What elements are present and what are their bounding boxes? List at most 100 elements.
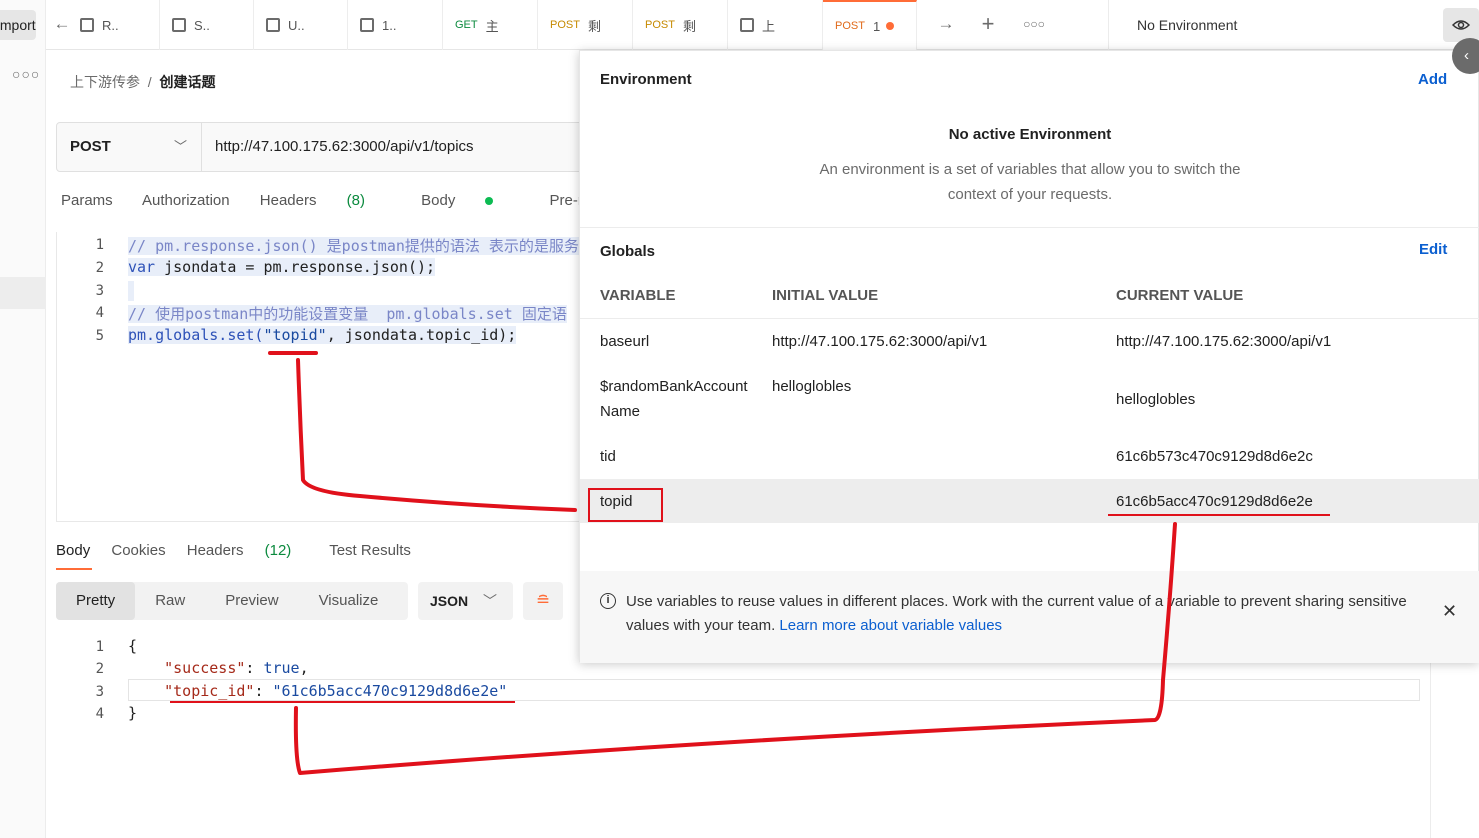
variable-name: topid — [600, 493, 633, 510]
view-visualize[interactable]: Visualize — [299, 582, 399, 620]
current-value: 61c6b5acc470c9129d8d6e2e — [1116, 493, 1313, 510]
url-input[interactable]: http://47.100.175.62:3000/api/v1/topics — [215, 123, 474, 171]
request-tab[interactable]: 1.. — [348, 0, 443, 50]
wrap-lines-button[interactable]: ≘ — [523, 582, 563, 620]
tab-authorization[interactable]: Authorization — [142, 192, 230, 209]
tab-body[interactable]: Body — [421, 192, 519, 209]
current-value: http://47.100.175.62:3000/api/v1 — [1116, 333, 1332, 350]
method-select[interactable]: POST ﹀ — [57, 123, 202, 171]
current-value: helloglobles — [1116, 391, 1196, 408]
line-number: 3 — [95, 283, 104, 299]
rail-selected-item[interactable] — [0, 277, 46, 309]
chevron-left-icon: ‹ — [1464, 47, 1469, 64]
more-icon[interactable]: ○○○ — [12, 66, 40, 82]
code-line: // 使用postman中的功能设置变量 pm.globals.set 固定语 — [128, 305, 567, 323]
view-raw[interactable]: Raw — [135, 582, 205, 620]
view-preview[interactable]: Preview — [205, 582, 298, 620]
tab-bar: ← R.. S.. U.. 1.. GET 主 POST 剩 POST 剩 上 POS… — [46, 0, 1479, 50]
variable-name: $randomBankAccount — [600, 378, 748, 395]
request-tab[interactable]: R.. — [76, 0, 160, 50]
close-icon[interactable]: ✕ — [1442, 601, 1457, 622]
request-tab[interactable]: U.. — [254, 0, 348, 50]
tab-params[interactable]: Params — [61, 192, 113, 209]
line-number: 4 — [95, 706, 104, 722]
forward-icon[interactable]: → — [936, 14, 956, 36]
format-select[interactable]: JSON ﹀ — [418, 582, 513, 620]
wrap-icon: ≘ — [535, 591, 551, 610]
request-tab[interactable]: 上 — [728, 0, 823, 50]
code-line: // pm.response.json() 是postman提供的语法 表示的是… — [128, 237, 579, 255]
no-active-env-title: No active Environment — [948, 126, 1112, 143]
current-value: 61c6b573c470c9129d8d6e2c — [1116, 448, 1313, 465]
response-line: "topic_id": "61c6b5acc470c9129d8d6e2e" — [164, 682, 508, 700]
breadcrumb: 上下游传参 / 创建话题 — [70, 74, 216, 90]
divider — [580, 318, 1479, 319]
column-header-variable: VARIABLE — [600, 287, 676, 304]
add-environment-link[interactable]: Add — [1418, 71, 1447, 88]
code-line: pm.globals.set("topid", jsondata.topic_i… — [128, 326, 517, 344]
doc-icon — [740, 18, 754, 32]
learn-more-link[interactable]: Learn more about variable values — [779, 617, 1002, 634]
line-number: 1 — [95, 639, 104, 655]
line-number: 3 — [95, 684, 104, 700]
runner-icon — [80, 18, 94, 32]
line-number: 2 — [95, 661, 104, 677]
line-number: 4 — [95, 305, 104, 321]
example-icon — [266, 18, 280, 32]
request-tab-active[interactable]: POST 1 — [823, 0, 917, 50]
unsaved-dot-icon — [886, 22, 895, 30]
line-number: 1 — [95, 237, 104, 253]
tab-cookies[interactable]: Cookies — [111, 542, 165, 559]
tab-response-body[interactable]: Body — [56, 542, 90, 559]
initial-value: http://47.100.175.62:3000/api/v1 — [772, 333, 988, 350]
no-active-env-desc: context of your requests. — [947, 186, 1113, 203]
environment-quick-look-button[interactable] — [1443, 8, 1479, 42]
environment-selector[interactable]: No Environment ﹀ — [1108, 0, 1479, 50]
variable-name: baseurl — [600, 333, 650, 350]
response-line: "success": true, — [164, 659, 309, 677]
tab-response-headers[interactable]: Headers (12) — [187, 542, 309, 559]
response-line: { — [128, 637, 138, 655]
response-line: } — [128, 704, 138, 722]
active-tab-underline — [56, 568, 92, 570]
code-line: var jsondata = pm.response.json(); — [128, 258, 436, 276]
info-icon: i — [600, 593, 616, 609]
new-tab-icon[interactable]: + — [978, 11, 998, 36]
no-active-env-desc: An environment is a set of variables tha… — [819, 161, 1241, 178]
back-icon[interactable]: ← — [52, 14, 72, 36]
url-bar: POST ﹀ http://47.100.175.62:3000/api/v1/… — [56, 122, 596, 172]
request-tab[interactable]: POST 剩 — [633, 0, 728, 50]
code-line — [128, 281, 134, 301]
view-mode-segment: Pretty Raw Preview Visualize — [56, 582, 408, 620]
column-header-current: CURRENT VALUE — [1116, 287, 1244, 304]
table-row-highlight — [580, 479, 1479, 523]
line-number: 5 — [95, 328, 104, 344]
request-tab[interactable]: GET 主 — [443, 0, 538, 50]
line-number: 2 — [95, 260, 104, 276]
variable-name: Name — [600, 403, 641, 420]
chevron-down-icon: ﹀ — [173, 139, 187, 154]
request-tab[interactable]: POST 剩 — [538, 0, 633, 50]
doc-icon — [360, 18, 374, 32]
globals-heading: Globals — [600, 243, 656, 260]
breadcrumb-parent[interactable]: 上下游传参 — [70, 74, 140, 90]
environment-quick-look-panel: Environment Add No active Environment An… — [579, 50, 1479, 663]
edit-globals-link[interactable]: Edit — [1419, 241, 1447, 258]
tab-headers[interactable]: Headers (8) — [260, 192, 391, 209]
status-dot-icon — [485, 197, 494, 206]
view-pretty[interactable]: Pretty — [56, 582, 136, 620]
import-button[interactable]: Import — [0, 10, 36, 40]
more-tabs-icon[interactable]: ○○○ — [1022, 17, 1046, 39]
eye-icon — [1452, 20, 1470, 30]
response-tabs: Body Cookies Headers (12) Test Results — [56, 542, 428, 570]
request-tab[interactable]: S.. — [160, 0, 254, 50]
tab-test-results[interactable]: Test Results — [329, 542, 411, 559]
info-banner: i Use variables to reuse values in diffe… — [580, 571, 1479, 663]
column-header-initial: INITIAL VALUE — [772, 287, 879, 304]
chevron-down-icon: ﹀ — [483, 593, 497, 609]
environment-heading: Environment — [600, 71, 692, 88]
example-icon — [172, 18, 186, 32]
divider — [580, 227, 1479, 228]
variable-name: tid — [600, 448, 616, 465]
breadcrumb-current[interactable]: 创建话题 — [159, 74, 215, 90]
